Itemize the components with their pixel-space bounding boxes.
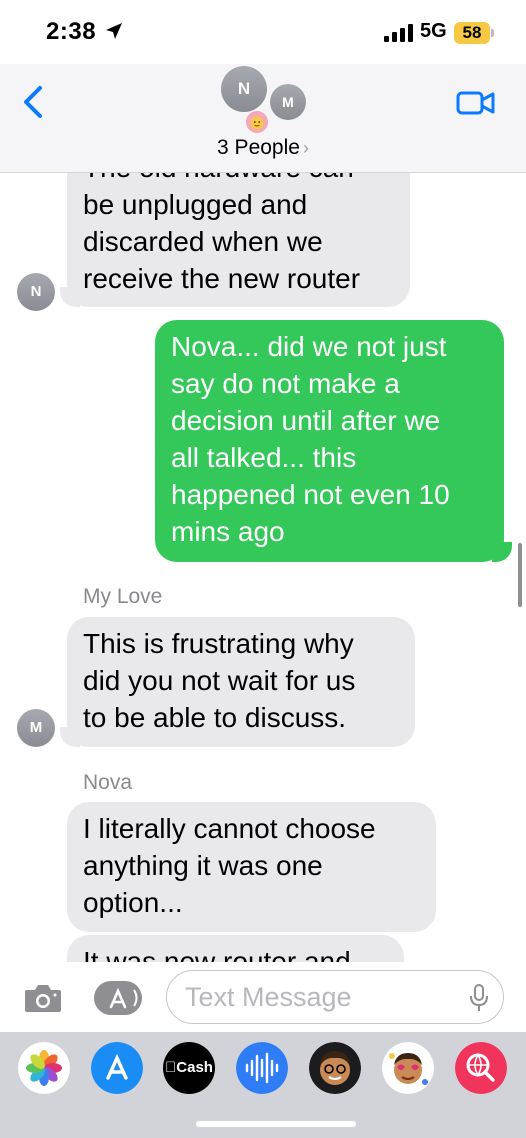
web-search-app-icon[interactable] <box>455 1042 507 1094</box>
home-indicator[interactable] <box>196 1121 356 1127</box>
message-line: option... <box>83 887 183 918</box>
avatar-m[interactable]: M <box>270 84 306 120</box>
message-line: to be able to discuss. <box>83 702 347 733</box>
message-line: mins ago <box>171 516 285 547</box>
status-time: 2:38 <box>46 18 97 45</box>
message-line: discarded when we <box>83 226 323 257</box>
facetime-video-icon[interactable] <box>456 88 496 118</box>
sender-name: My Love <box>83 585 163 608</box>
cash-label: Cash <box>170 1059 213 1076</box>
compose-bar: Text Message <box>0 962 526 1032</box>
message-bubble-incoming[interactable]: It was new router and <box>67 935 404 962</box>
group-name-button[interactable]: 3 People › <box>0 136 526 160</box>
microphone-icon[interactable] <box>469 983 489 1013</box>
message-line: receive the new router <box>83 263 361 294</box>
memoji-stickers-app-icon[interactable] <box>382 1042 434 1094</box>
message-input-placeholder: Text Message <box>185 982 352 1012</box>
message-line: say do not make a <box>171 368 400 399</box>
audio-message-app-icon[interactable] <box>236 1042 288 1094</box>
message-bubble-incoming[interactable]: This is frustrating why did you not wait… <box>67 617 415 747</box>
bubble-tail <box>60 727 80 747</box>
apple-logo-icon:  <box>165 1059 176 1076</box>
bubble-tail <box>492 542 512 562</box>
message-line: The old hardware can <box>83 173 392 186</box>
message-bubble-incoming[interactable]: The old hardware can be unplugged and di… <box>67 173 410 307</box>
camera-icon[interactable] <box>23 982 63 1014</box>
photos-app-icon[interactable] <box>18 1042 70 1094</box>
message-bubble-outgoing[interactable]: Nova... did we not just say do not make … <box>155 320 504 562</box>
avatar-n[interactable]: N <box>221 66 267 112</box>
app-store-icon <box>109 987 138 1009</box>
sender-avatar-n[interactable]: N <box>17 273 55 311</box>
message-bubble-incoming[interactable]: I literally cannot choose anything it wa… <box>67 802 436 932</box>
battery-level: 58 <box>454 22 490 44</box>
conversation-header: N M 3 People › <box>0 64 526 173</box>
message-line: happened not even 10 <box>171 479 450 510</box>
network-type: 5G <box>420 20 447 42</box>
emoji-face-icon <box>246 111 268 133</box>
scroll-indicator[interactable] <box>518 543 522 607</box>
message-input-field[interactable]: Text Message <box>166 970 504 1024</box>
battery-cap <box>491 29 494 37</box>
app-store-app-icon[interactable] <box>91 1042 143 1094</box>
memoji-app-icon[interactable] <box>309 1042 361 1094</box>
message-line: I literally cannot choose <box>83 813 376 844</box>
message-line: be unplugged and <box>83 189 308 220</box>
message-line: anything it was one <box>83 850 323 881</box>
message-line: Nova... did we not just <box>171 331 447 362</box>
location-arrow-icon <box>106 23 122 39</box>
message-line: This is frustrating why <box>83 628 354 659</box>
message-line: decision until after we <box>171 405 441 436</box>
app-store-toggle-button[interactable] <box>94 981 142 1015</box>
apple-cash-app-icon[interactable]: Cash <box>163 1042 215 1094</box>
status-bar: 2:38 5G 58 <box>0 0 526 64</box>
signal-bars-icon <box>384 24 414 42</box>
bubble-tail <box>60 287 80 307</box>
back-chevron-icon[interactable] <box>18 82 48 122</box>
message-line: did you not wait for us <box>83 665 356 696</box>
sender-avatar-m[interactable]: M <box>17 709 55 747</box>
message-line: It was new router and <box>83 946 351 962</box>
chevron-right-icon: › <box>302 138 309 158</box>
sender-name: Nova <box>83 771 133 794</box>
message-line: all talked... this <box>171 442 357 473</box>
group-name-label: 3 People <box>217 136 300 159</box>
message-thread[interactable]: The old hardware can be unplugged and di… <box>0 173 526 962</box>
